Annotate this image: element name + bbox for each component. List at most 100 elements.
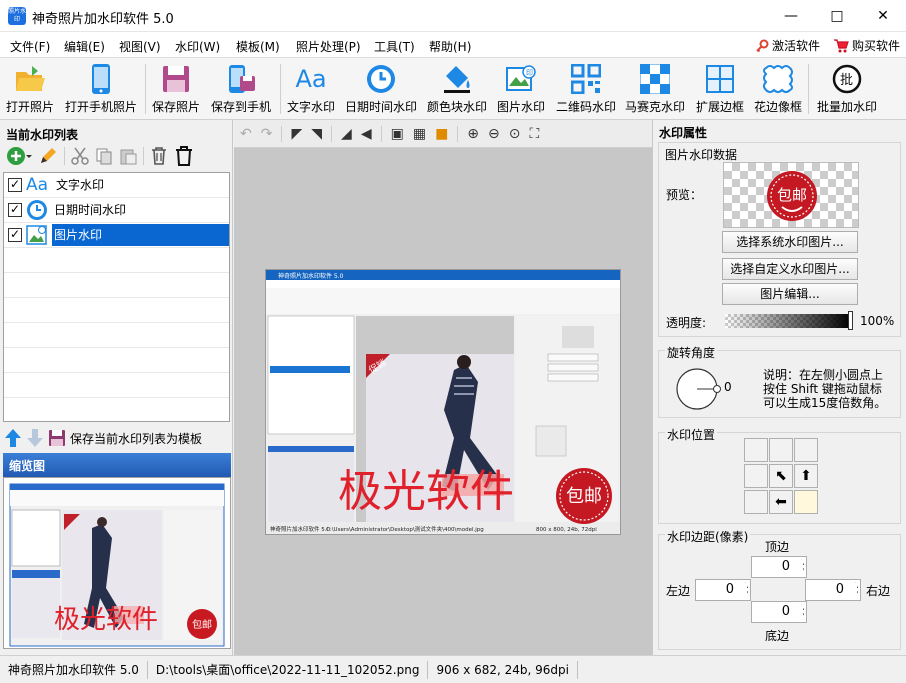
position-middle-left[interactable] — [744, 464, 768, 488]
watermark-list: ✓ Aa 文字水印 ✓ 日期时间水印 ✓ 图片水印 — [3, 172, 230, 422]
watermark-list-title: 当前水印列表 — [6, 128, 79, 142]
watermark-checkbox[interactable]: ✓ — [8, 203, 22, 217]
image-canvas[interactable]: ↶ ↷ ◤ ◥ ◢ ◀ ▣ ▦ ■ ⊕ ⊖ ⊙ ⛶ 神奇照片加水印软件 5.0 — [234, 120, 652, 655]
position-bottom-left[interactable] — [744, 490, 768, 514]
menu-photo[interactable]: 照片处理(P) — [296, 38, 361, 55]
redo-icon[interactable]: ↷ — [261, 126, 273, 142]
image-icon — [26, 225, 47, 245]
image-edit-button[interactable]: 图片编辑... — [722, 283, 858, 305]
thumbnail-view[interactable]: 极光软件 包邮 — [3, 477, 231, 649]
position-group-title: 水印位置 — [665, 426, 718, 443]
crop-icon[interactable]: ■ — [435, 126, 448, 142]
right-margin-input[interactable]: 0 ▲ ▼ — [805, 579, 861, 601]
select-custom-watermark-button[interactable]: 选择自定义水印图片... — [722, 258, 858, 280]
left-margin-label: 左边 — [666, 584, 691, 598]
delete-icon[interactable] — [150, 146, 168, 166]
zoom-in-icon[interactable]: ⊕ — [467, 126, 479, 142]
lace-frame-button[interactable]: 花边像框 — [754, 62, 802, 116]
move-down-icon[interactable] — [26, 428, 44, 448]
fit-icon[interactable]: ▦ — [413, 126, 426, 142]
preview-stamp-text: 包邮 — [566, 486, 602, 507]
undo-icon[interactable]: ↶ — [240, 126, 252, 142]
rotate-left-icon[interactable]: ◤ — [291, 126, 302, 142]
buy-link[interactable]: 购买软件 — [833, 37, 900, 54]
watermark-checkbox[interactable]: ✓ — [8, 228, 22, 242]
select-system-watermark-button[interactable]: 选择系统水印图片... — [722, 231, 858, 253]
position-top-left[interactable] — [744, 438, 768, 462]
paste-icon[interactable] — [119, 147, 137, 165]
menu-file[interactable]: 文件(F) — [10, 38, 50, 55]
watermark-checkbox[interactable]: ✓ — [8, 178, 22, 192]
zoom-out-icon[interactable]: ⊖ — [488, 126, 500, 142]
menu-watermark[interactable]: 水印(W) — [175, 38, 220, 55]
opacity-label: 透明度: — [666, 316, 707, 330]
expand-border-button[interactable]: 扩展边框 — [696, 62, 744, 116]
save-template-button[interactable]: 保存当前水印列表为模板 — [70, 430, 202, 447]
position-bottom-right[interactable] — [794, 490, 818, 514]
preview-status-path: C:\Users\Administrator\Desktop\测试文件夹\400… — [326, 525, 484, 533]
menu-help[interactable]: 帮助(H) — [429, 38, 471, 55]
list-item[interactable]: ✓ Aa 文字水印 — [4, 173, 229, 198]
thumbnail-watermark-text: 极光软件 — [54, 605, 158, 635]
list-item[interactable]: ✓ 日期时间水印 — [4, 198, 229, 223]
menu-tools[interactable]: 工具(T) — [374, 38, 415, 55]
rotate-right-icon[interactable]: ◥ — [311, 126, 322, 142]
zoom-actual-icon[interactable]: ⊙ — [509, 126, 521, 142]
image-watermark-button[interactable]: 印 图片水印 — [497, 62, 545, 116]
mosaic-watermark-button[interactable]: 马赛克水印 — [625, 62, 685, 116]
list-item[interactable]: ✓ 图片水印 — [4, 223, 229, 248]
status-info: 906 x 682, 24b, 96dpi — [428, 660, 578, 679]
folder-open-icon — [16, 66, 45, 91]
position-middle-center[interactable]: ⬉ — [769, 464, 793, 488]
main-toolbar: 打开照片 打开手机照片 保存照片 保存到手机 Aa 文字水印 日期时间水印 颜色… — [0, 58, 906, 120]
preview-label: 预览： — [666, 188, 703, 202]
position-top-center[interactable] — [769, 438, 793, 462]
top-margin-input[interactable]: 0 ▲ ▼ — [751, 556, 807, 578]
left-margin-input[interactable]: 0 ▲ ▼ — [695, 579, 751, 601]
save-photo-button[interactable]: 保存照片 — [152, 62, 200, 116]
opacity-value: 100% — [860, 314, 895, 328]
bottom-margin-input[interactable]: 0 ▲ ▼ — [751, 601, 807, 623]
menu-template[interactable]: 模板(M) — [236, 38, 280, 55]
copy-icon[interactable] — [95, 147, 113, 165]
datetime-watermark-button[interactable]: 日期时间水印 — [345, 62, 417, 116]
edit-pencil-icon[interactable] — [38, 146, 58, 166]
opacity-slider-handle[interactable] — [848, 311, 853, 330]
preview-status-info: 800 x 800, 24b, 72dpi — [536, 527, 597, 533]
delete-all-icon[interactable] — [174, 146, 194, 166]
color-block-watermark-button[interactable]: 颜色块水印 — [427, 62, 487, 116]
minimize-button[interactable]: — — [768, 0, 814, 32]
cut-icon[interactable] — [71, 147, 89, 165]
save-phone-icon — [229, 65, 255, 93]
open-photo-button[interactable]: 打开照片 — [6, 62, 54, 116]
move-up-icon[interactable] — [4, 428, 22, 448]
opacity-slider[interactable] — [725, 314, 851, 328]
watermark-label: 图片水印 — [52, 224, 229, 246]
fullscreen-icon[interactable]: ⛶ — [530, 126, 540, 142]
maximize-button[interactable]: □ — [814, 0, 860, 32]
position-bottom-center[interactable]: ⬅ — [769, 490, 793, 514]
open-phone-photo-button[interactable]: 打开手机照片 — [65, 62, 137, 116]
position-middle-right[interactable]: ⬆ — [794, 464, 818, 488]
add-icon[interactable] — [6, 146, 32, 166]
close-button[interactable]: ✕ — [860, 0, 906, 32]
text-watermark-button[interactable]: Aa 文字水印 — [287, 62, 335, 116]
top-margin-label: 顶边 — [765, 540, 790, 554]
menu-edit[interactable]: 编辑(E) — [64, 38, 105, 55]
activate-link[interactable]: 激活软件 — [755, 37, 820, 54]
menu-view[interactable]: 视图(V) — [119, 38, 161, 55]
list-item — [4, 373, 229, 398]
edit-toolbar: ↶ ↷ ◤ ◥ ◢ ◀ ▣ ▦ ■ ⊕ ⊖ ⊙ ⛶ — [234, 120, 652, 148]
save-to-phone-button[interactable]: 保存到手机 — [211, 62, 271, 116]
position-top-right[interactable] — [794, 438, 818, 462]
qrcode-watermark-button[interactable]: 二维码水印 — [556, 62, 616, 116]
datetime-watermark-label: 日期时间水印 — [345, 100, 418, 114]
resize-icon[interactable]: ▣ — [391, 126, 404, 142]
flip-horizontal-icon[interactable]: ◢ — [341, 126, 352, 142]
preview-image[interactable]: 神奇照片加水印软件 5.0 神奇照片加水印软件 5.0 C:\Users\Adm… — [265, 269, 621, 535]
flip-vertical-icon[interactable]: ◀ — [361, 126, 372, 142]
right-margin-label: 右边 — [866, 584, 891, 598]
batch-watermark-button[interactable]: 批 批量加水印 — [817, 62, 877, 116]
toolbar-separator — [280, 64, 281, 114]
color-block-watermark-label: 颜色块水印 — [427, 100, 488, 114]
